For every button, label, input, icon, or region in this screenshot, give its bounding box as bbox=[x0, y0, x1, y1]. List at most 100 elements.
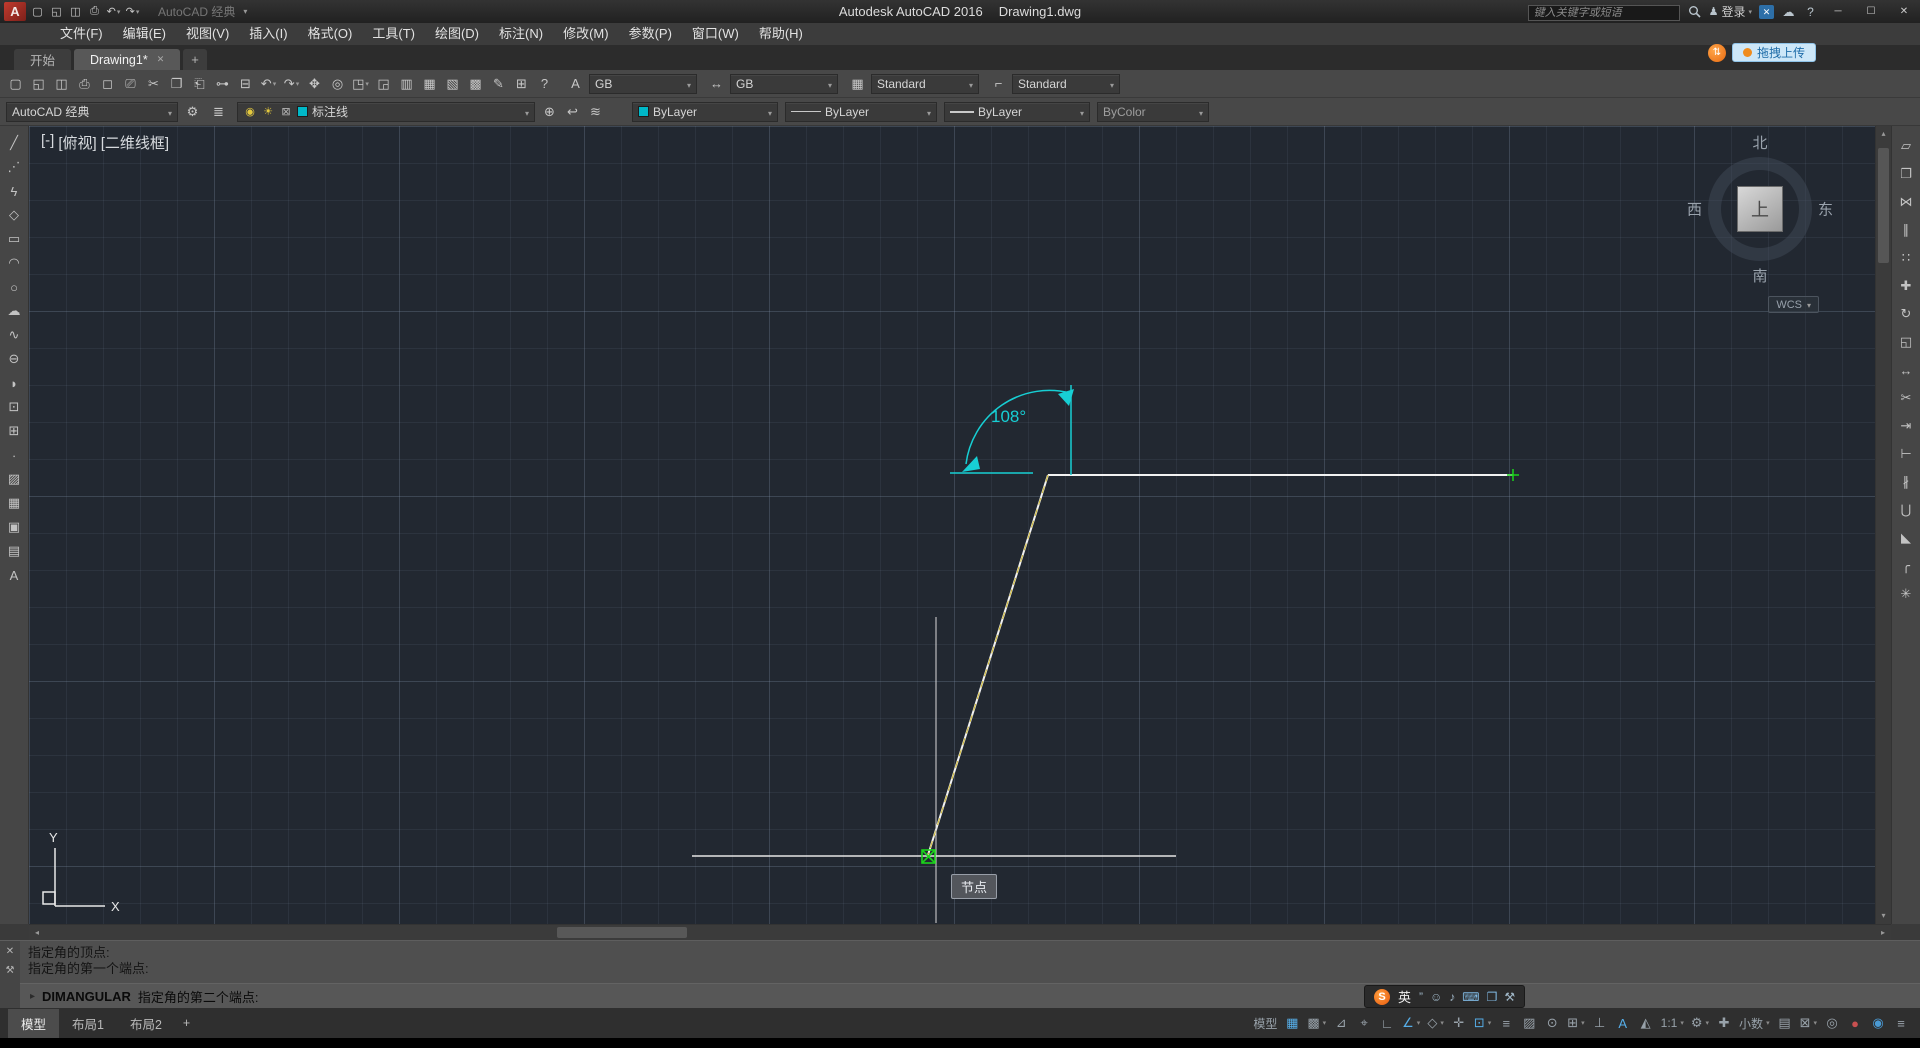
menu-item[interactable]: 窗口(W) bbox=[682, 23, 749, 45]
layer-combo[interactable]: ◉ ☀ ⊠ 标注线 bbox=[237, 101, 535, 122]
create-block-tool-icon[interactable]: ⊞ bbox=[2, 419, 26, 443]
pan-icon[interactable]: ✥ bbox=[303, 73, 326, 95]
close-button[interactable]: ✕ bbox=[1891, 3, 1917, 20]
autocad-logo-icon[interactable]: A bbox=[4, 2, 26, 21]
multiline-text-tool-icon[interactable]: A bbox=[2, 563, 26, 587]
ime-keyboard-icon[interactable]: ⌨ bbox=[1462, 990, 1479, 1004]
combo-caret-icon[interactable] bbox=[168, 105, 172, 119]
properties-palette-icon[interactable]: ▥ bbox=[395, 73, 418, 95]
dim-style-icon[interactable]: ↔ bbox=[705, 73, 728, 95]
quick-properties-toggle[interactable]: ▤ bbox=[1774, 1012, 1796, 1034]
combo-caret-icon[interactable] bbox=[525, 105, 529, 119]
dynamic-ucs-toggle[interactable]: ⊥ bbox=[1589, 1012, 1611, 1034]
lineweight-combo[interactable]: ByLayer bbox=[944, 101, 1090, 122]
polar-tracking-toggle[interactable]: ∠ bbox=[1399, 1012, 1423, 1034]
infer-constraints-toggle[interactable]: ⊿ bbox=[1330, 1012, 1352, 1034]
workspace-combo[interactable]: AutoCAD 经典 bbox=[6, 101, 178, 122]
menu-item[interactable]: 插入(I) bbox=[239, 23, 297, 45]
zoom-realtime-icon[interactable]: ◎ bbox=[326, 73, 349, 95]
layer-states-icon[interactable]: ≋ bbox=[584, 101, 607, 123]
object-snap-toggle[interactable]: ⊡ bbox=[1471, 1012, 1494, 1034]
circle-tool-icon[interactable]: ○ bbox=[2, 275, 26, 299]
customization-button[interactable]: ≡ bbox=[1890, 1012, 1912, 1034]
qnew-icon[interactable]: ▢ bbox=[4, 73, 27, 95]
scroll-right-icon[interactable]: ▸ bbox=[1875, 928, 1891, 937]
make-object-layer-current-icon[interactable]: ⊕ bbox=[538, 101, 561, 123]
a360-cloud-icon[interactable]: ☁ bbox=[1781, 5, 1796, 19]
horizontal-scroll-track[interactable] bbox=[45, 925, 1875, 940]
menu-item[interactable]: 帮助(H) bbox=[749, 23, 813, 45]
new-layout-button[interactable]: + bbox=[175, 1011, 198, 1035]
zoom-window-icon[interactable]: ◳ bbox=[349, 73, 372, 95]
text-style-icon[interactable]: A bbox=[564, 73, 587, 95]
ime-emoji-icon[interactable]: ☺ bbox=[1430, 990, 1442, 1004]
point-tool-icon[interactable]: ∙ bbox=[2, 443, 26, 467]
search-icon[interactable] bbox=[1687, 5, 1702, 18]
save-icon[interactable]: ◫ bbox=[66, 2, 85, 21]
layer-lock-icon[interactable]: ⊠ bbox=[279, 105, 293, 118]
menu-item[interactable]: 修改(M) bbox=[553, 23, 619, 45]
ellipse-tool-icon[interactable]: ⊖ bbox=[2, 347, 26, 371]
menu-item[interactable]: 文件(F) bbox=[50, 23, 113, 45]
horizontal-scrollbar[interactable]: ◂ ▸ bbox=[29, 924, 1891, 940]
spline-tool-icon[interactable]: ∿ bbox=[2, 323, 26, 347]
arc-tool-icon[interactable]: ◠ bbox=[2, 251, 26, 275]
vertical-scroll-thumb[interactable] bbox=[1878, 148, 1889, 263]
drawing-canvas[interactable]: 108° Y X [-] [俯视] [二维线框] 北 南 西 东 上 WCS ▾… bbox=[29, 126, 1875, 924]
clean-screen-toggle[interactable]: ◉ bbox=[1867, 1012, 1889, 1034]
model-paper-toggle[interactable]: 模型 bbox=[1250, 1012, 1280, 1034]
layout-tab[interactable]: 模型 bbox=[8, 1008, 60, 1038]
vertical-scrollbar[interactable]: ▴ ▾ bbox=[1875, 126, 1891, 924]
new-drawing-tab-button[interactable]: + bbox=[183, 49, 207, 70]
plot-icon[interactable]: ⎙ bbox=[85, 2, 104, 21]
move-tool-icon[interactable]: ✚ bbox=[1894, 272, 1918, 300]
save-icon[interactable]: ◫ bbox=[50, 73, 73, 95]
transparency-toggle[interactable]: ▨ bbox=[1518, 1012, 1540, 1034]
construction-line-tool-icon[interactable]: ⋰ bbox=[2, 155, 26, 179]
help-icon[interactable]: ? bbox=[533, 73, 556, 95]
table-tool-icon[interactable]: ▤ bbox=[2, 539, 26, 563]
dim-style-combo[interactable]: GB bbox=[730, 73, 838, 94]
break-at-point-tool-icon[interactable]: ⊢ bbox=[1894, 440, 1918, 468]
paste-icon[interactable]: ⎗ bbox=[188, 73, 211, 95]
layer-thaw-icon[interactable]: ☀ bbox=[261, 105, 275, 118]
ime-punctuation-icon[interactable]: ” bbox=[1419, 990, 1423, 1004]
object-color-combo[interactable]: ByLayer bbox=[632, 101, 778, 122]
sheet-set-manager-icon[interactable]: ▩ bbox=[464, 73, 487, 95]
scroll-down-icon[interactable]: ▾ bbox=[1876, 908, 1891, 924]
help-icon[interactable]: ? bbox=[1803, 5, 1818, 19]
fillet-tool-icon[interactable]: ╭ bbox=[1894, 552, 1918, 580]
command-window-customize-icon[interactable]: ⚒ bbox=[6, 965, 15, 976]
ime-clipboard-icon[interactable]: ❐ bbox=[1487, 990, 1498, 1004]
qat-customize-caret-icon[interactable]: ▾ bbox=[243, 7, 247, 16]
zoom-previous-icon[interactable]: ◲ bbox=[372, 73, 395, 95]
viewcube-top-face[interactable]: 上 bbox=[1737, 186, 1783, 232]
grid-toggle[interactable]: ▦ bbox=[1281, 1012, 1303, 1034]
sogou-logo-icon[interactable]: S bbox=[1374, 988, 1390, 1005]
redo-button[interactable]: ↷ bbox=[123, 2, 142, 21]
combo-caret-icon[interactable] bbox=[969, 77, 973, 91]
gradient-tool-icon[interactable]: ▦ bbox=[2, 491, 26, 515]
ime-toolbar[interactable]: S 英 ” ☺ ♪ ⌨ ❐ ⚒ bbox=[1364, 985, 1526, 1008]
mleader-style-icon[interactable]: ⌐ bbox=[987, 73, 1010, 95]
drag-upload-button[interactable]: 拖拽上传 bbox=[1731, 43, 1816, 62]
maximize-button[interactable]: ☐ bbox=[1858, 3, 1884, 20]
extend-tool-icon[interactable]: ⇥ bbox=[1894, 412, 1918, 440]
viewport-control[interactable]: [-] bbox=[41, 132, 54, 153]
tab-drawing1[interactable]: Drawing1* ✕ bbox=[74, 49, 181, 70]
offset-tool-icon[interactable]: ∥ bbox=[1894, 216, 1918, 244]
isolate-objects-button[interactable]: ◎ bbox=[1821, 1012, 1843, 1034]
lineweight-display-toggle[interactable]: ≡ bbox=[1495, 1012, 1517, 1034]
mleader-style-combo[interactable]: Standard bbox=[1012, 73, 1120, 94]
wcs-menu[interactable]: WCS bbox=[1768, 296, 1819, 313]
tab-start[interactable]: 开始 bbox=[14, 49, 72, 70]
layer-on-icon[interactable]: ◉ bbox=[243, 105, 257, 118]
quickcalc-icon[interactable]: ⊞ bbox=[510, 73, 533, 95]
tab-close-icon[interactable]: ✕ bbox=[157, 54, 165, 65]
menu-item[interactable]: 格式(O) bbox=[298, 23, 363, 45]
trim-tool-icon[interactable]: ✂ bbox=[1894, 384, 1918, 412]
redo-button[interactable]: ↷ bbox=[280, 73, 303, 95]
erase-tool-icon[interactable]: ▱ bbox=[1894, 132, 1918, 160]
layout-tab[interactable]: 布局1 bbox=[59, 1009, 117, 1038]
table-style-combo[interactable]: Standard bbox=[871, 73, 979, 94]
